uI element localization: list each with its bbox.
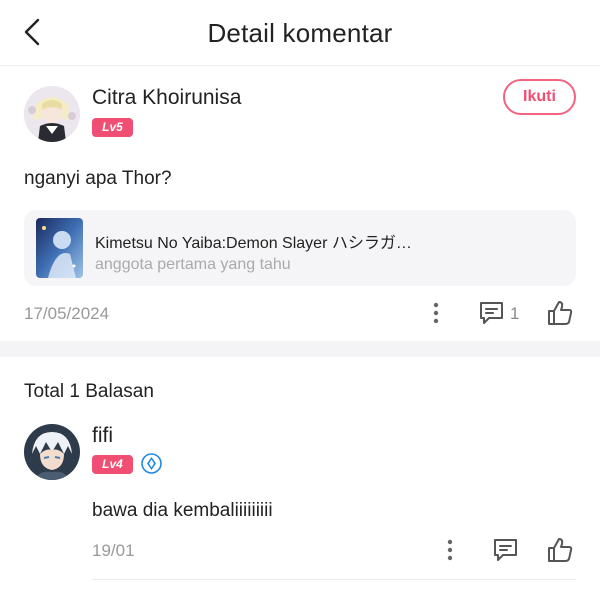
verified-badge-icon (141, 453, 162, 474)
reply-count: 1 (510, 304, 520, 323)
comment-date: 17/05/2024 (24, 304, 110, 323)
comment-text: nganyi apa Thor? (24, 168, 172, 189)
more-options-icon[interactable] (442, 538, 458, 562)
comic-title: Kimetsu No Yaiba:Demon Slayer ハシラガ… (95, 235, 412, 252)
reply-date: 19/01 (92, 541, 135, 560)
reply-comment-icon[interactable] (492, 537, 519, 563)
level-badge: Lv5 (92, 118, 133, 137)
more-options-icon[interactable] (428, 301, 444, 325)
page-title: Detail komentar (207, 18, 393, 48)
divider (92, 579, 576, 580)
comic-subtitle: anggota pertama yang tahu (95, 256, 291, 273)
comic-cover-image (36, 218, 83, 278)
section-divider (0, 341, 600, 357)
follow-button[interactable]: Ikuti (503, 79, 576, 115)
avatar[interactable] (24, 86, 80, 142)
reply-comment-icon[interactable] (478, 300, 505, 326)
avatar[interactable] (24, 424, 80, 480)
main-comment: Citra Khoirunisa Lv5 Ikuti nganyi apa Th… (0, 66, 600, 341)
avatar-image (24, 424, 80, 480)
referenced-comic-card[interactable]: Kimetsu No Yaiba:Demon Slayer ハシラガ… angg… (24, 210, 576, 286)
replies-total-label: Total 1 Balasan (24, 381, 154, 402)
like-thumb-icon[interactable] (546, 299, 574, 327)
reply-username[interactable]: fifi (92, 424, 113, 448)
level-badge: Lv4 (92, 455, 133, 474)
header-bar: Detail komentar (0, 0, 600, 66)
avatar-image (24, 86, 80, 142)
comment-username[interactable]: Citra Khoirunisa (92, 86, 241, 110)
like-thumb-icon[interactable] (546, 536, 574, 564)
reply-text: bawa dia kembaliiiiiiiii (92, 500, 273, 521)
